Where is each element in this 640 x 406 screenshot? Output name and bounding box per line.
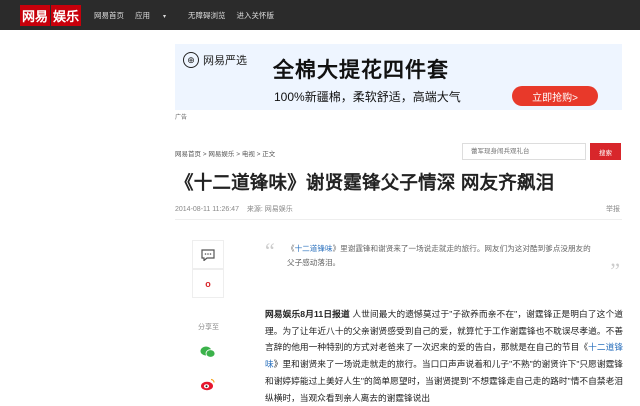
weibo-icon: [201, 378, 215, 391]
divider: [175, 219, 622, 220]
open-quote-icon: “: [265, 238, 275, 263]
nav-home-link[interactable]: 网易首页: [94, 10, 124, 21]
ad-headline: 全棉大提花四件套: [273, 59, 449, 82]
summary-keyword-link[interactable]: 十二道锋味: [295, 244, 333, 253]
ad-buy-button[interactable]: 立即抢购>: [512, 86, 598, 106]
netease-ent-logo[interactable]: 网易 娱乐: [20, 4, 82, 26]
search-button[interactable]: 搜索: [590, 143, 621, 160]
top-nav: 网易首页 应用 ▾ 无障碍浏览 进入关怀版: [94, 0, 285, 30]
ad-label: 广告: [175, 115, 188, 121]
ad-brand: ⊕ 网易严选: [183, 52, 247, 68]
article-lead: 网易娱乐8月11日报道: [265, 309, 350, 319]
article-paragraph: 网易娱乐8月11日报道 人世间最大的遗憾莫过于"子欲养而亲不在"，谢霆锋正是明白…: [265, 306, 623, 406]
summary-pre: 《: [287, 244, 295, 253]
paragraph-text-2: 》里和谢贤来了一场说走就走的旅行。当口口声声说着和儿子"不熟"的谢贤许下"只愿谢…: [265, 359, 623, 403]
article-meta: 2014-08-11 11:26:47 来源: 网易娱乐: [175, 204, 299, 214]
count-button[interactable]: o: [192, 269, 224, 298]
logo-part-2: 娱乐: [51, 4, 82, 26]
wechat-share-icon[interactable]: [200, 344, 216, 360]
nav-apps-menu[interactable]: 应用 ▾: [135, 10, 177, 21]
ad-banner[interactable]: ⊕ 网易严选 全棉大提花四件套 100%新疆棉，柔软舒适，高端大气 立即抢购>: [175, 44, 622, 110]
close-quote-icon: ”: [610, 258, 620, 283]
ad-brand-text: 网易严选: [203, 55, 247, 67]
article-sidebar: o: [192, 240, 224, 298]
nav-care-mode-link[interactable]: 进入关怀版: [237, 10, 275, 21]
summary-text: 《十二道锋味》里谢霆锋和谢贤来了一场说走就走的旅行。网友们为这对酷到爹点没朋友的…: [287, 242, 597, 269]
article-date: 2014-08-11 11:26:47: [175, 206, 239, 213]
top-bar: 网易 娱乐 网易首页 应用 ▾ 无障碍浏览 进入关怀版: [0, 0, 640, 30]
nav-apps-label: 应用: [135, 10, 150, 20]
weibo-share-icon[interactable]: [200, 376, 216, 392]
article-title: 《十二道锋味》谢贤霆锋父子情深 网友齐飙泪: [175, 172, 555, 193]
red-o-icon: o: [205, 278, 211, 289]
report-link[interactable]: 举报: [606, 204, 620, 214]
comment-button[interactable]: [192, 240, 224, 269]
logo-part-1: 网易: [20, 4, 51, 26]
article-summary: “ 《十二道锋味》里谢霆锋和谢贤来了一场说走就走的旅行。网友们为这对酷到爹点没朋…: [265, 240, 620, 282]
breadcrumb[interactable]: 网易首页 > 网易娱乐 > 电视 > 正文: [175, 148, 275, 158]
article-body: 网易娱乐8月11日报道 人世间最大的遗憾莫过于"子欲养而亲不在"，谢霆锋正是明白…: [265, 306, 623, 406]
comment-icon: [201, 248, 215, 261]
chevron-down-icon: ▾: [163, 13, 167, 20]
summary-post: 》里谢霆锋和谢贤来了一场说走就走的旅行。网友们为这对酷到爹点没朋友的父子感动落泪…: [287, 244, 591, 267]
article-source[interactable]: 来源: 网易娱乐: [247, 206, 293, 213]
wechat-icon: [200, 346, 216, 358]
nav-accessibility-link[interactable]: 无障碍浏览: [188, 10, 226, 21]
share-label: 分享至: [198, 324, 219, 331]
search-input[interactable]: [462, 143, 586, 160]
yanxuan-logo-icon: ⊕: [183, 52, 199, 68]
ad-subline: 100%新疆棉，柔软舒适，高端大气: [274, 90, 461, 104]
